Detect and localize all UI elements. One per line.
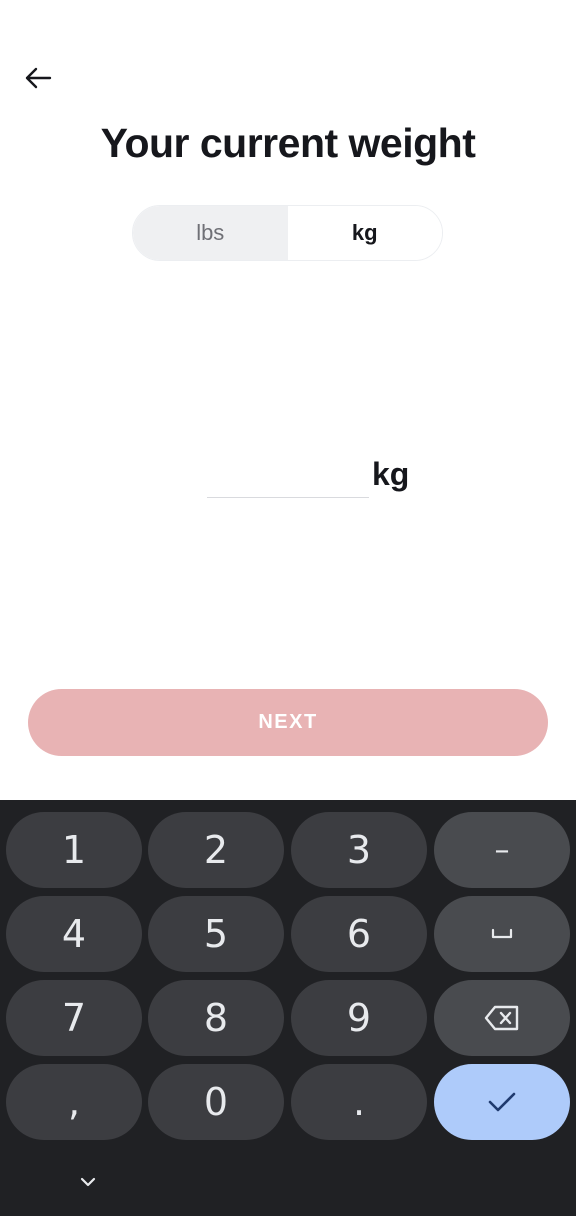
key-backspace[interactable] (434, 980, 570, 1056)
key-4[interactable]: 4 (6, 896, 142, 972)
next-button[interactable]: NEXT (28, 689, 548, 756)
key-0[interactable]: 0 (148, 1064, 284, 1140)
key-1[interactable]: 1 (6, 812, 142, 888)
space-bar-icon (491, 928, 513, 939)
unit-option-kg[interactable]: kg (287, 206, 442, 260)
arrow-left-icon (25, 67, 52, 89)
numeric-keyboard: 1 2 3 – 4 5 6 7 8 9 , 0 . (0, 800, 576, 1216)
unit-option-lbs[interactable]: lbs (133, 206, 288, 260)
chevron-down-icon (80, 1177, 96, 1187)
page-title: Your current weight (100, 120, 476, 166)
checkmark-icon (488, 1092, 516, 1112)
key-3[interactable]: 3 (291, 812, 427, 888)
back-button[interactable] (18, 60, 58, 96)
key-9[interactable]: 9 (291, 980, 427, 1056)
weight-input[interactable] (207, 452, 369, 498)
key-enter[interactable] (434, 1064, 570, 1140)
key-period[interactable]: . (291, 1064, 427, 1140)
keyboard-collapse-button[interactable] (70, 1168, 106, 1196)
key-7[interactable]: 7 (6, 980, 142, 1056)
key-space[interactable] (434, 896, 570, 972)
key-comma[interactable]: , (6, 1064, 142, 1140)
key-8[interactable]: 8 (148, 980, 284, 1056)
key-2[interactable]: 2 (148, 812, 284, 888)
key-dash[interactable]: – (434, 812, 570, 888)
weight-unit-label: kg (372, 456, 410, 492)
unit-toggle[interactable]: lbs kg (132, 205, 443, 261)
key-6[interactable]: 6 (291, 896, 427, 972)
key-5[interactable]: 5 (148, 896, 284, 972)
backspace-icon (484, 1005, 519, 1031)
